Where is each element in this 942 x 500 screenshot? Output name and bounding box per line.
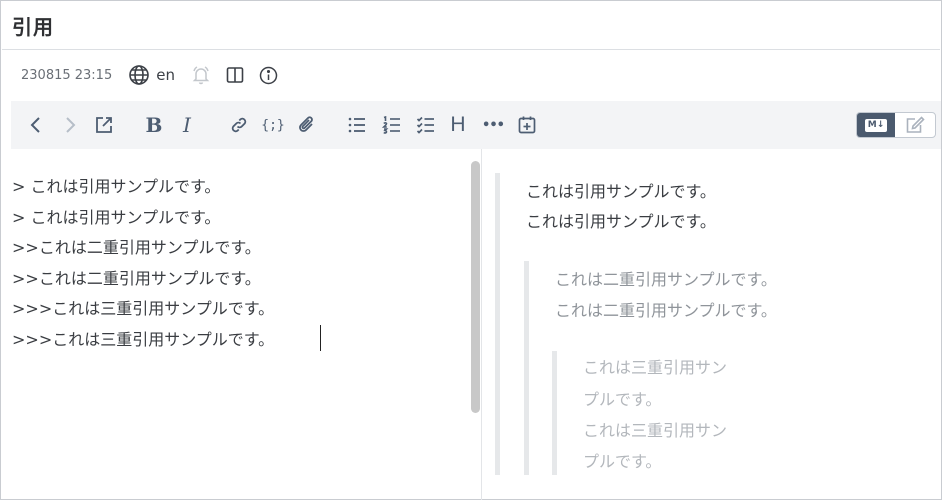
- insert-date-icon[interactable]: [515, 113, 539, 137]
- timestamp: 230815 23:15: [21, 67, 113, 83]
- split-view-icon[interactable]: [225, 65, 245, 85]
- link-icon[interactable]: [227, 113, 251, 137]
- bold-button[interactable]: B: [143, 113, 165, 137]
- preview-quote-level-3: プルです。: [583, 390, 662, 409]
- preview-quote-level-1: これは引用サンプルです。: [526, 212, 716, 231]
- editor-line[interactable]: > これは引用サンプルです。: [12, 204, 220, 228]
- forward-icon[interactable]: [59, 113, 81, 137]
- language-label[interactable]: en: [156, 66, 175, 84]
- bullet-list-icon[interactable]: [345, 113, 369, 137]
- globe-icon[interactable]: [128, 64, 150, 86]
- blockquote-bar-level-2: [524, 261, 529, 475]
- preview-quote-level-2: これは二重引用サンプルです。: [555, 270, 777, 289]
- italic-button[interactable]: I: [176, 113, 198, 137]
- editor-scrollbar[interactable]: [471, 161, 480, 413]
- markdown-editor[interactable]: > これは引用サンプルです。 > これは引用サンプルです。 >>これは二重引用サ…: [2, 149, 472, 500]
- markdown-mode-label: M↓: [864, 118, 888, 132]
- app-window: 引用 230815 23:15 en B I {;} H ••• M↓ > これ…: [0, 0, 942, 500]
- blockquote-bar-level-3: [552, 351, 557, 475]
- markdown-preview: これは引用サンプルです。 これは引用サンプルです。 これは二重引用サンプルです。…: [482, 149, 940, 498]
- markdown-mode-button[interactable]: M↓: [857, 113, 895, 137]
- info-icon[interactable]: [259, 65, 279, 85]
- editor-line[interactable]: >>>これは三重引用サンプルです。: [12, 295, 274, 319]
- editor-mode-toggle: M↓: [856, 112, 936, 138]
- page-title[interactable]: 引用: [12, 11, 54, 40]
- meta-bar: 230815 23:15 en: [21, 63, 293, 87]
- checklist-icon[interactable]: [414, 113, 438, 137]
- editor-toolbar: B I {;} H ••• M↓: [11, 101, 941, 149]
- edit-icon: [906, 116, 925, 133]
- text-caret: [320, 325, 321, 351]
- preview-quote-level-3: これは三重引用サン: [583, 358, 728, 377]
- preview-quote-level-1: これは引用サンプルです。: [526, 182, 716, 201]
- bell-icon[interactable]: [191, 65, 211, 85]
- back-icon[interactable]: [25, 113, 47, 137]
- preview-quote-level-3: プルです。: [583, 452, 662, 471]
- heading-button[interactable]: H: [447, 113, 469, 137]
- attachment-icon[interactable]: [295, 113, 319, 137]
- editor-line[interactable]: >>>これは三重引用サンプルです。: [12, 326, 274, 350]
- code-block-button[interactable]: {;}: [260, 113, 286, 137]
- more-button[interactable]: •••: [480, 113, 506, 137]
- preview-quote-level-2: これは二重引用サンプルです。: [555, 301, 777, 320]
- open-external-icon[interactable]: [92, 113, 116, 137]
- editor-line[interactable]: >>これは二重引用サンプルです。: [12, 265, 261, 289]
- title-divider: [2, 49, 940, 50]
- blockquote-bar-level-1: [495, 173, 500, 475]
- rich-edit-mode-button[interactable]: [895, 113, 935, 137]
- editor-line[interactable]: >>これは二重引用サンプルです。: [12, 234, 261, 258]
- numbered-list-icon[interactable]: [380, 113, 404, 137]
- editor-line[interactable]: > これは引用サンプルです。: [12, 173, 220, 197]
- preview-quote-level-3: これは三重引用サン: [583, 421, 728, 440]
